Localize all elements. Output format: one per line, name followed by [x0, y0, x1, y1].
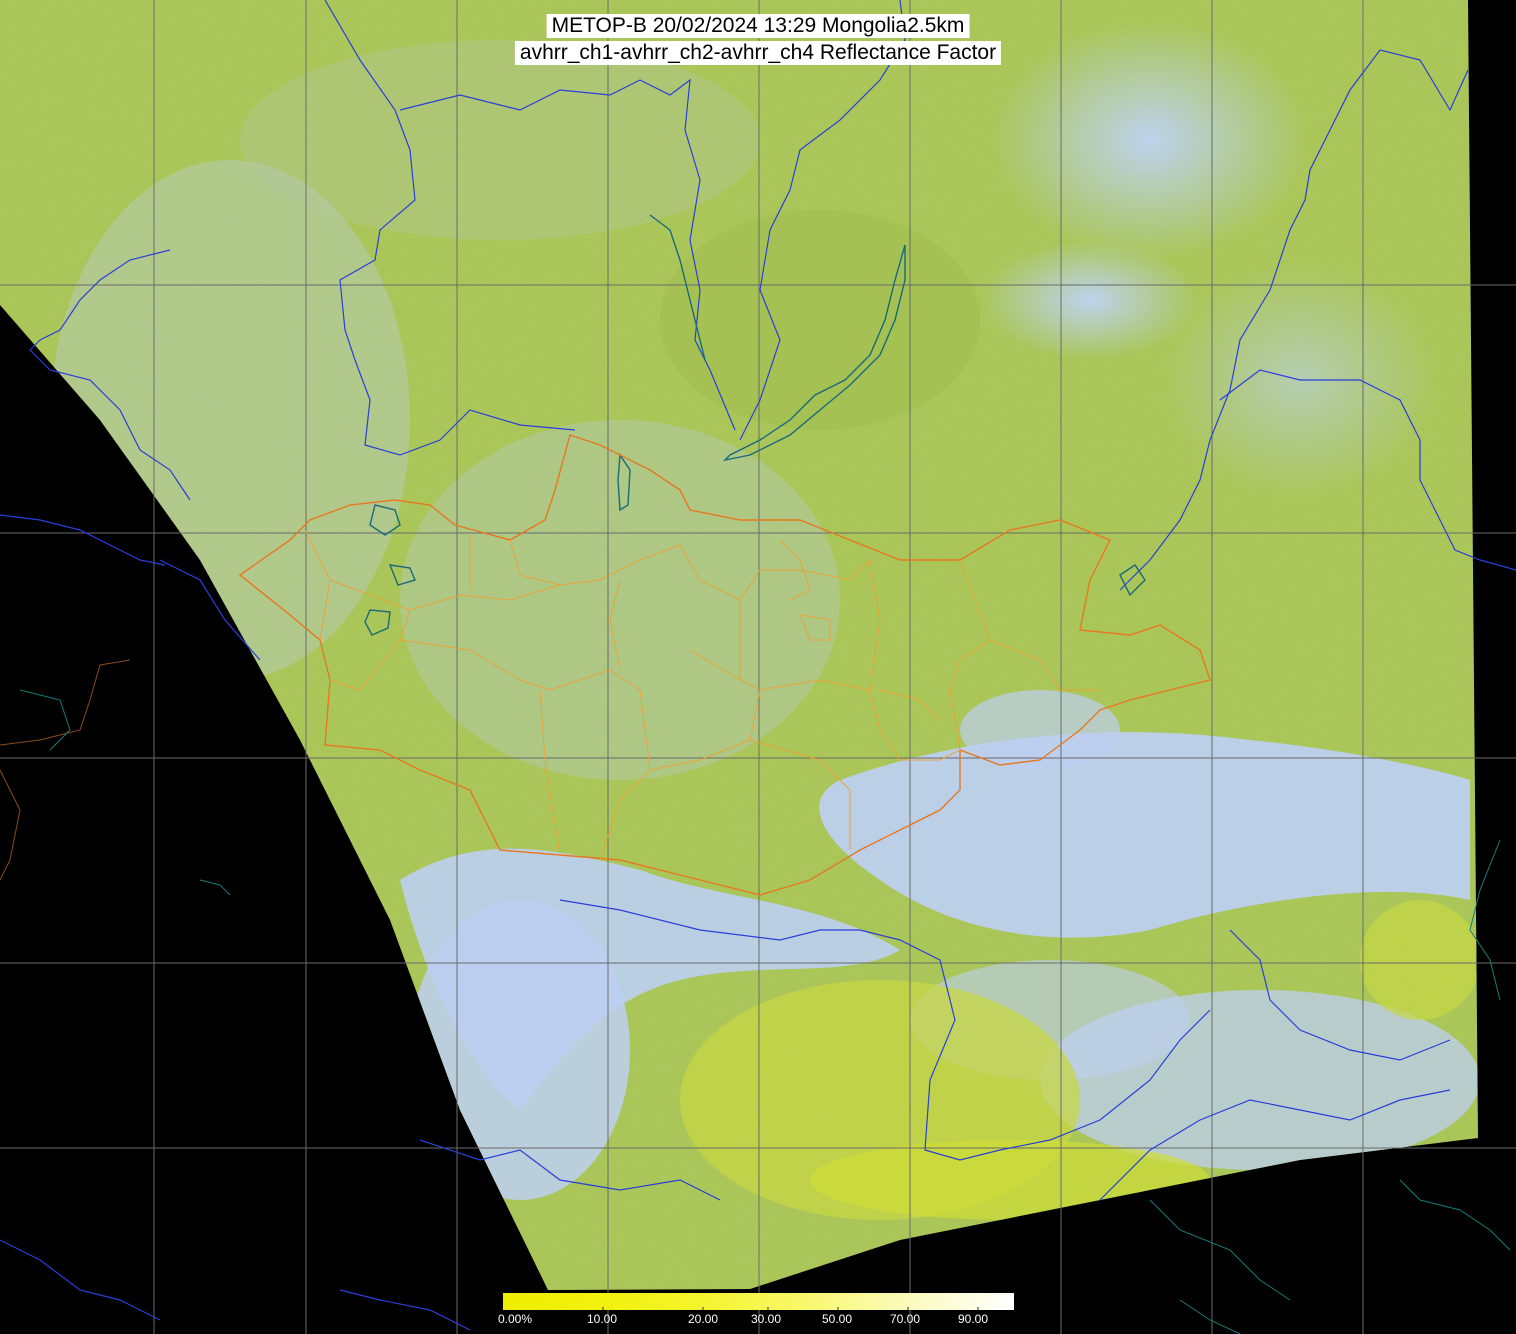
colorbar-tick-5: 70.00 [890, 1312, 921, 1326]
satellite-map [0, 0, 1516, 1334]
colorbar-tick-2: 20.00 [688, 1312, 719, 1326]
map-subtitle: avhrr_ch1-avhrr_ch2-avhrr_ch4 Reflectanc… [514, 41, 1002, 65]
colorbar-tick-6: 90.00 [958, 1312, 989, 1326]
colorbar-tick-4: 50.00 [822, 1312, 853, 1326]
map-title: METOP-B 20/02/2024 13:29 Mongolia2.5km [546, 14, 970, 38]
colorbar-tick-0: 0.00% [498, 1312, 533, 1326]
colorbar [503, 1293, 1014, 1310]
colorbar-tick-1: 10.00 [587, 1312, 618, 1326]
colorbar-tick-3: 30.00 [751, 1312, 782, 1326]
